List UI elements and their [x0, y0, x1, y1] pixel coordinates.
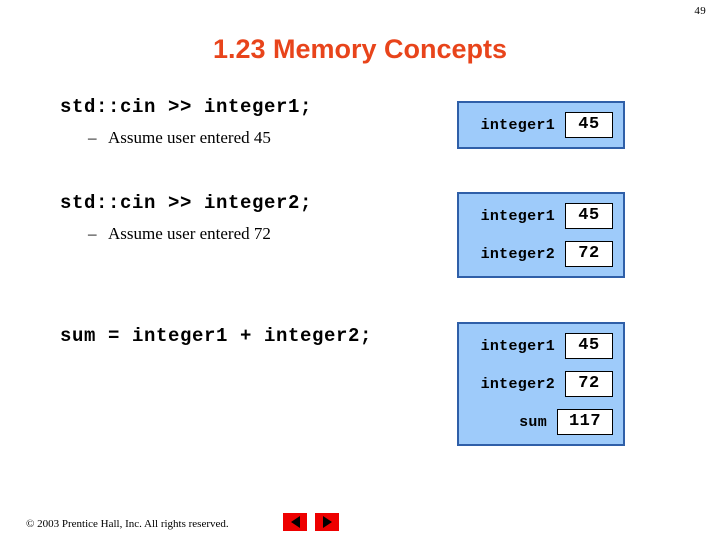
- copyright-notice: © 2003 Prentice Hall, Inc. All rights re…: [26, 518, 229, 530]
- bullet-note-1-text: Assume user entered 45: [108, 128, 271, 147]
- previous-slide-button[interactable]: [283, 513, 307, 531]
- bullet-note-1: – Assume user entered 45: [0, 128, 450, 148]
- memory-row: integer1 45: [467, 111, 613, 139]
- memory-variable-label: integer1: [480, 116, 555, 134]
- memory-value-box: 72: [565, 371, 613, 397]
- memory-value-box: 45: [565, 203, 613, 229]
- memory-variable-label: integer2: [480, 375, 555, 393]
- memory-row: integer1 45: [467, 332, 613, 360]
- bullet-dash-icon: –: [88, 224, 97, 243]
- code-statement-1: std::cin >> integer1;: [60, 96, 313, 118]
- statement-block-1: std::cin >> integer1; – Assume user enter…: [0, 96, 450, 148]
- memory-variable-label: sum: [519, 413, 547, 431]
- memory-value-box: 45: [565, 333, 613, 359]
- statement-block-3: sum = integer1 + integer2;: [0, 325, 450, 347]
- memory-variable-label: integer1: [480, 337, 555, 355]
- memory-panel-1: integer1 45: [457, 101, 625, 149]
- memory-row: integer2 72: [467, 370, 613, 398]
- memory-value-box: 117: [557, 409, 613, 435]
- memory-variable-label: integer2: [480, 245, 555, 263]
- triangle-left-icon: [290, 516, 300, 528]
- memory-value-box: 72: [565, 241, 613, 267]
- memory-row: integer2 72: [467, 240, 613, 268]
- code-statement-2: std::cin >> integer2;: [60, 192, 313, 214]
- bullet-note-2-text: Assume user entered 72: [108, 224, 271, 243]
- next-slide-button[interactable]: [315, 513, 339, 531]
- memory-value-box: 45: [565, 112, 613, 138]
- statement-block-2: std::cin >> integer2; – Assume user enter…: [0, 192, 450, 244]
- memory-row: sum 117: [467, 408, 613, 436]
- bullet-note-2: – Assume user entered 72: [0, 224, 450, 244]
- memory-panel-2: integer1 45 integer2 72: [457, 192, 625, 278]
- page-number: 49: [694, 5, 706, 17]
- code-statement-3: sum = integer1 + integer2;: [60, 325, 373, 347]
- triangle-right-icon: [322, 516, 332, 528]
- memory-panel-3: integer1 45 integer2 72 sum 117: [457, 322, 625, 446]
- bullet-dash-icon: –: [88, 128, 97, 147]
- memory-variable-label: integer1: [480, 207, 555, 225]
- page-title: 1.23 Memory Concepts: [212, 34, 508, 64]
- slide-canvas: 49 1.23 Memory Concepts std::cin >> inte…: [0, 0, 720, 540]
- memory-row: integer1 45: [467, 202, 613, 230]
- slide-navigation: [283, 513, 339, 531]
